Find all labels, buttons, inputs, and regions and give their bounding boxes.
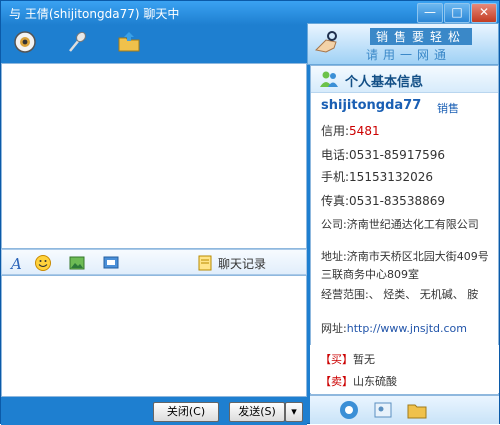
edit-toolbar: A 聊天记录	[1, 249, 307, 275]
mobile-label: 手机:	[321, 170, 350, 184]
video-chat-icon[interactable]	[13, 30, 37, 54]
trade-info: 【买】暂无 【卖】山东硫酸	[310, 345, 499, 393]
image-icon[interactable]	[68, 254, 86, 272]
message-input[interactable]	[1, 275, 307, 397]
send-options-dropdown[interactable]: ▾	[285, 402, 303, 422]
banner-line-1: 销售要轻松	[370, 28, 473, 45]
fax-value: 0531-83538869	[349, 194, 445, 208]
address-label: 地址:	[321, 250, 347, 263]
business-scope-row: 经营范围:、 烃类、 无机碱、 胺	[321, 286, 478, 302]
send-button[interactable]: 发送(S)	[229, 402, 285, 422]
ad-banner[interactable]: 销售要轻松 请用一网通	[307, 23, 499, 65]
buy-value: 暂无	[353, 353, 375, 366]
banner-line-2: 请用一网通	[366, 48, 452, 62]
phone-row: 电话:0531-85917596	[321, 146, 445, 163]
pointing-hand-icon	[314, 31, 337, 53]
close-window-button[interactable]: ✕	[471, 3, 497, 23]
credit-value: 5481	[349, 124, 380, 138]
fax-row: 传真:0531-83538869	[321, 192, 445, 209]
buy-row: 【买】暂无	[320, 351, 375, 367]
panel-tabs	[310, 395, 499, 424]
voice-chat-icon[interactable]	[65, 30, 89, 54]
sell-row: 【卖】山东硫酸	[320, 373, 397, 389]
website-row: 网址:http://www.jnsjtd.com	[321, 320, 467, 336]
message-history-area[interactable]	[1, 63, 307, 249]
phone-label: 电话:	[321, 148, 350, 162]
credit-label: 信用:	[321, 124, 350, 138]
sell-tag: 【卖】	[320, 375, 353, 388]
buy-tag: 【买】	[320, 353, 353, 366]
fax-label: 传真:	[321, 194, 350, 208]
action-bar: 关闭(C) 发送(S) ▾	[1, 397, 307, 425]
svg-text:A: A	[9, 255, 22, 272]
credit-row: 信用:5481	[321, 122, 380, 139]
contacts-tab-icon[interactable]	[372, 399, 394, 421]
profile-role: 销售	[437, 102, 459, 115]
address-value: 济南市天桥区北园大街409号三联商务中心809室	[321, 250, 489, 281]
phone-value: 0531-85917596	[349, 148, 445, 162]
website-link[interactable]: http://www.jnsjtd.com	[347, 322, 467, 335]
company-row: 公司:济南世纪通达化工有限公司	[321, 216, 479, 232]
window-title: 与 王倩(shijitongda77) 聊天中	[9, 7, 180, 21]
mobile-row: 手机:15153132026	[321, 168, 433, 185]
minimize-button[interactable]: —	[417, 3, 443, 23]
business-scope-value: 、 烃类、 无机碱、 胺	[368, 288, 479, 301]
folder-tab-icon[interactable]	[406, 399, 428, 421]
title-bar[interactable]: 与 王倩(shijitongda77) 聊天中 — □ ✕	[1, 1, 499, 25]
address-row: 地址:济南市天桥区北园大街409号三联商务中心809室	[321, 248, 493, 284]
profile-header: 个人基本信息	[311, 66, 498, 93]
website-label: 网址:	[321, 322, 347, 335]
screenshot-icon[interactable]	[102, 254, 120, 272]
chat-history-link[interactable]: 聊天记录	[218, 255, 266, 272]
company-value: 济南世纪通达化工有限公司	[346, 218, 479, 231]
emoticon-icon[interactable]	[34, 254, 52, 272]
history-icon[interactable]	[196, 254, 214, 272]
profile-tab-icon[interactable]	[338, 399, 360, 421]
sell-value: 山东硫酸	[353, 375, 397, 388]
file-transfer-icon[interactable]	[117, 30, 141, 54]
chat-toolbar	[1, 25, 307, 61]
font-icon[interactable]: A	[8, 254, 26, 272]
profile-header-title: 个人基本信息	[345, 75, 424, 90]
company-label: 公司:	[321, 218, 347, 231]
mobile-value: 15153132026	[349, 170, 434, 184]
profile-username: shijitongda77	[321, 98, 422, 113]
close-button[interactable]: 关闭(C)	[153, 402, 219, 422]
chat-window: 与 王倩(shijitongda77) 聊天中 — □ ✕ 销售要轻松 请用一网…	[0, 0, 500, 425]
users-icon	[320, 71, 338, 87]
business-scope-label: 经营范围:	[321, 288, 369, 301]
maximize-button[interactable]: □	[444, 3, 470, 23]
